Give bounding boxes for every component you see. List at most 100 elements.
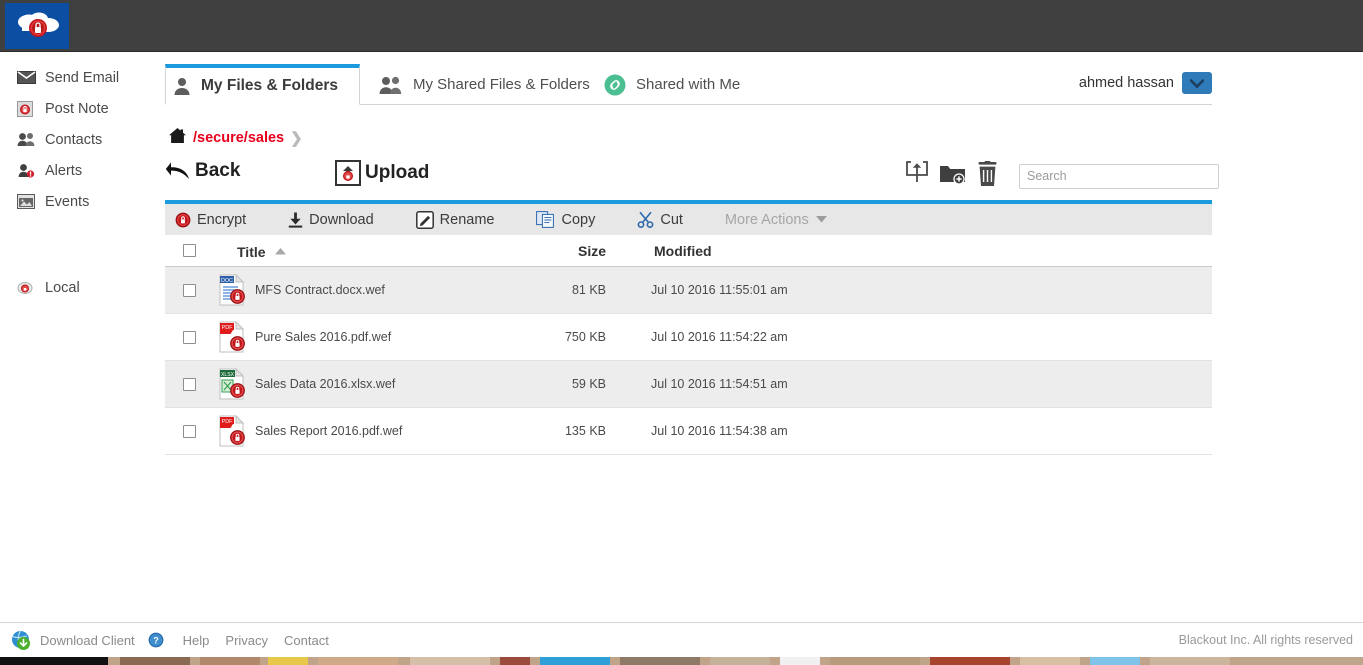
pdf-lock-icon: PDF bbox=[213, 415, 251, 447]
app-logo[interactable] bbox=[5, 3, 69, 49]
tab-my-shared-files-and-folders[interactable]: My Shared Files & Folders bbox=[365, 64, 604, 105]
download-button[interactable]: Download bbox=[288, 212, 374, 228]
home-icon[interactable] bbox=[168, 127, 187, 149]
taskbar-item bbox=[120, 657, 190, 665]
taskbar-item bbox=[318, 657, 398, 665]
upload-label: Upload bbox=[365, 162, 429, 184]
taskbar-start-area bbox=[0, 657, 108, 665]
sort-ascending-icon bbox=[275, 242, 286, 258]
envelope-icon bbox=[17, 70, 37, 86]
sidebar-item-local[interactable]: Local bbox=[0, 272, 165, 303]
doc-lock-icon: DOC bbox=[213, 274, 251, 306]
back-arrow-icon bbox=[165, 161, 191, 181]
upload-box-icon[interactable] bbox=[905, 160, 929, 192]
link-icon bbox=[604, 74, 626, 96]
column-header-size[interactable]: Size bbox=[503, 243, 606, 259]
breadcrumb: /secure/sales ❯ bbox=[168, 127, 303, 149]
sidebar-item-label: Send Email bbox=[45, 70, 119, 86]
taskbar-item bbox=[1240, 657, 1363, 665]
help-link[interactable]: Help bbox=[183, 633, 210, 648]
row-modified: Jul 10 2016 11:55:01 am bbox=[606, 283, 846, 297]
row-checkbox-cell bbox=[165, 378, 213, 391]
table-row[interactable]: PDF Sales Report 2016.pdf.wef 135 KB Jul… bbox=[165, 408, 1212, 455]
row-checkbox-cell bbox=[165, 331, 213, 344]
sidebar-item-send-email[interactable]: Send Email bbox=[0, 62, 165, 93]
privacy-link[interactable]: Privacy bbox=[225, 633, 268, 648]
svg-text:DOC: DOC bbox=[221, 278, 233, 284]
action-label: Cut bbox=[660, 212, 683, 228]
rename-icon bbox=[416, 211, 434, 229]
column-header-title[interactable]: Title bbox=[213, 242, 503, 260]
trash-icon[interactable] bbox=[976, 161, 999, 192]
row-title[interactable]: MFS Contract.docx.wef bbox=[251, 283, 541, 297]
row-title[interactable]: Sales Data 2016.xlsx.wef bbox=[251, 377, 541, 391]
local-lock-icon bbox=[17, 280, 37, 296]
help-circle-icon[interactable]: ? bbox=[148, 632, 164, 648]
person-icon bbox=[173, 77, 191, 95]
user-menu[interactable]: ahmed hassan bbox=[1079, 72, 1212, 94]
taskbar-item bbox=[540, 657, 610, 665]
two-people-icon bbox=[379, 76, 403, 94]
row-size: 59 KB bbox=[541, 377, 606, 391]
chevron-down-icon[interactable] bbox=[1182, 72, 1212, 94]
copy-icon bbox=[536, 211, 555, 228]
toolbar-icons bbox=[905, 160, 1219, 192]
taskbar-item bbox=[1150, 657, 1230, 665]
download-client-link[interactable]: Download Client bbox=[40, 633, 135, 648]
note-lock-icon bbox=[17, 101, 37, 117]
row-checkbox[interactable] bbox=[183, 378, 196, 391]
table-row[interactable]: PDF Pure Sales 2016.pdf.wef 750 KB Jul 1… bbox=[165, 314, 1212, 361]
row-checkbox-cell bbox=[165, 284, 213, 297]
row-checkbox[interactable] bbox=[183, 331, 196, 344]
tab-my-files-and-folders[interactable]: My Files & Folders bbox=[165, 64, 360, 105]
taskbar-item bbox=[930, 657, 1010, 665]
sidebar-item-alerts[interactable]: Alerts bbox=[0, 155, 165, 186]
action-label: Copy bbox=[561, 212, 595, 228]
row-checkbox[interactable] bbox=[183, 284, 196, 297]
user-name: ahmed hassan bbox=[1079, 75, 1174, 91]
chevron-right-icon: ❯ bbox=[290, 129, 303, 147]
table-row[interactable]: DOC MFS Contract.docx.wef 81 KB Jul 10 2… bbox=[165, 267, 1212, 314]
upload-lock-icon bbox=[335, 160, 361, 186]
cloud-lock-icon bbox=[12, 9, 62, 43]
select-all-checkbox[interactable] bbox=[183, 244, 196, 257]
back-button[interactable]: Back bbox=[165, 160, 240, 182]
scissors-icon bbox=[637, 211, 654, 228]
column-header-modified[interactable]: Modified bbox=[606, 243, 846, 259]
download-icon bbox=[288, 212, 303, 228]
sidebar-item-label: Alerts bbox=[45, 163, 82, 179]
copy-button[interactable]: Copy bbox=[536, 211, 595, 228]
svg-text:XLSX: XLSX bbox=[221, 372, 235, 378]
more-actions-button[interactable]: More Actions bbox=[725, 212, 827, 228]
cut-button[interactable]: Cut bbox=[637, 211, 683, 228]
search-input[interactable] bbox=[1019, 164, 1219, 189]
row-checkbox[interactable] bbox=[183, 425, 196, 438]
row-modified: Jul 10 2016 11:54:22 am bbox=[606, 330, 846, 344]
page-footer: Download Client ? Help Privacy Contact B… bbox=[0, 622, 1363, 657]
encrypt-button[interactable]: Encrypt bbox=[175, 212, 246, 228]
upload-button[interactable]: Upload bbox=[335, 160, 429, 186]
row-title[interactable]: Pure Sales 2016.pdf.wef bbox=[251, 330, 541, 344]
taskbar-item bbox=[830, 657, 920, 665]
contact-link[interactable]: Contact bbox=[284, 633, 329, 648]
breadcrumb-path[interactable]: /secure/sales bbox=[193, 130, 284, 146]
sidebar-item-events[interactable]: Events bbox=[0, 186, 165, 217]
table-row[interactable]: XLSX Sales Data 2016.xlsx.wef 59 KB Jul … bbox=[165, 361, 1212, 408]
sidebar-item-label: Contacts bbox=[45, 132, 102, 148]
sidebar-item-post-note[interactable]: Post Note bbox=[0, 93, 165, 124]
file-table: Title Size Modified DOC bbox=[165, 235, 1212, 455]
taskbar-item bbox=[1090, 657, 1140, 665]
tab-label: My Files & Folders bbox=[201, 77, 338, 95]
sidebar-item-contacts[interactable]: Contacts bbox=[0, 124, 165, 155]
select-all-checkbox-cell bbox=[165, 244, 213, 257]
taskbar-item bbox=[268, 657, 308, 665]
sidebar: Send Email Post Note Contacts bbox=[0, 52, 165, 622]
taskbar-item bbox=[200, 657, 260, 665]
tab-shared-with-me[interactable]: Shared with Me bbox=[590, 64, 754, 105]
taskbar-item bbox=[780, 657, 820, 665]
alert-person-icon bbox=[17, 163, 37, 179]
rename-button[interactable]: Rename bbox=[416, 211, 495, 229]
row-title[interactable]: Sales Report 2016.pdf.wef bbox=[251, 424, 541, 438]
sidebar-item-label: Post Note bbox=[45, 101, 109, 117]
new-folder-icon[interactable] bbox=[939, 162, 966, 191]
